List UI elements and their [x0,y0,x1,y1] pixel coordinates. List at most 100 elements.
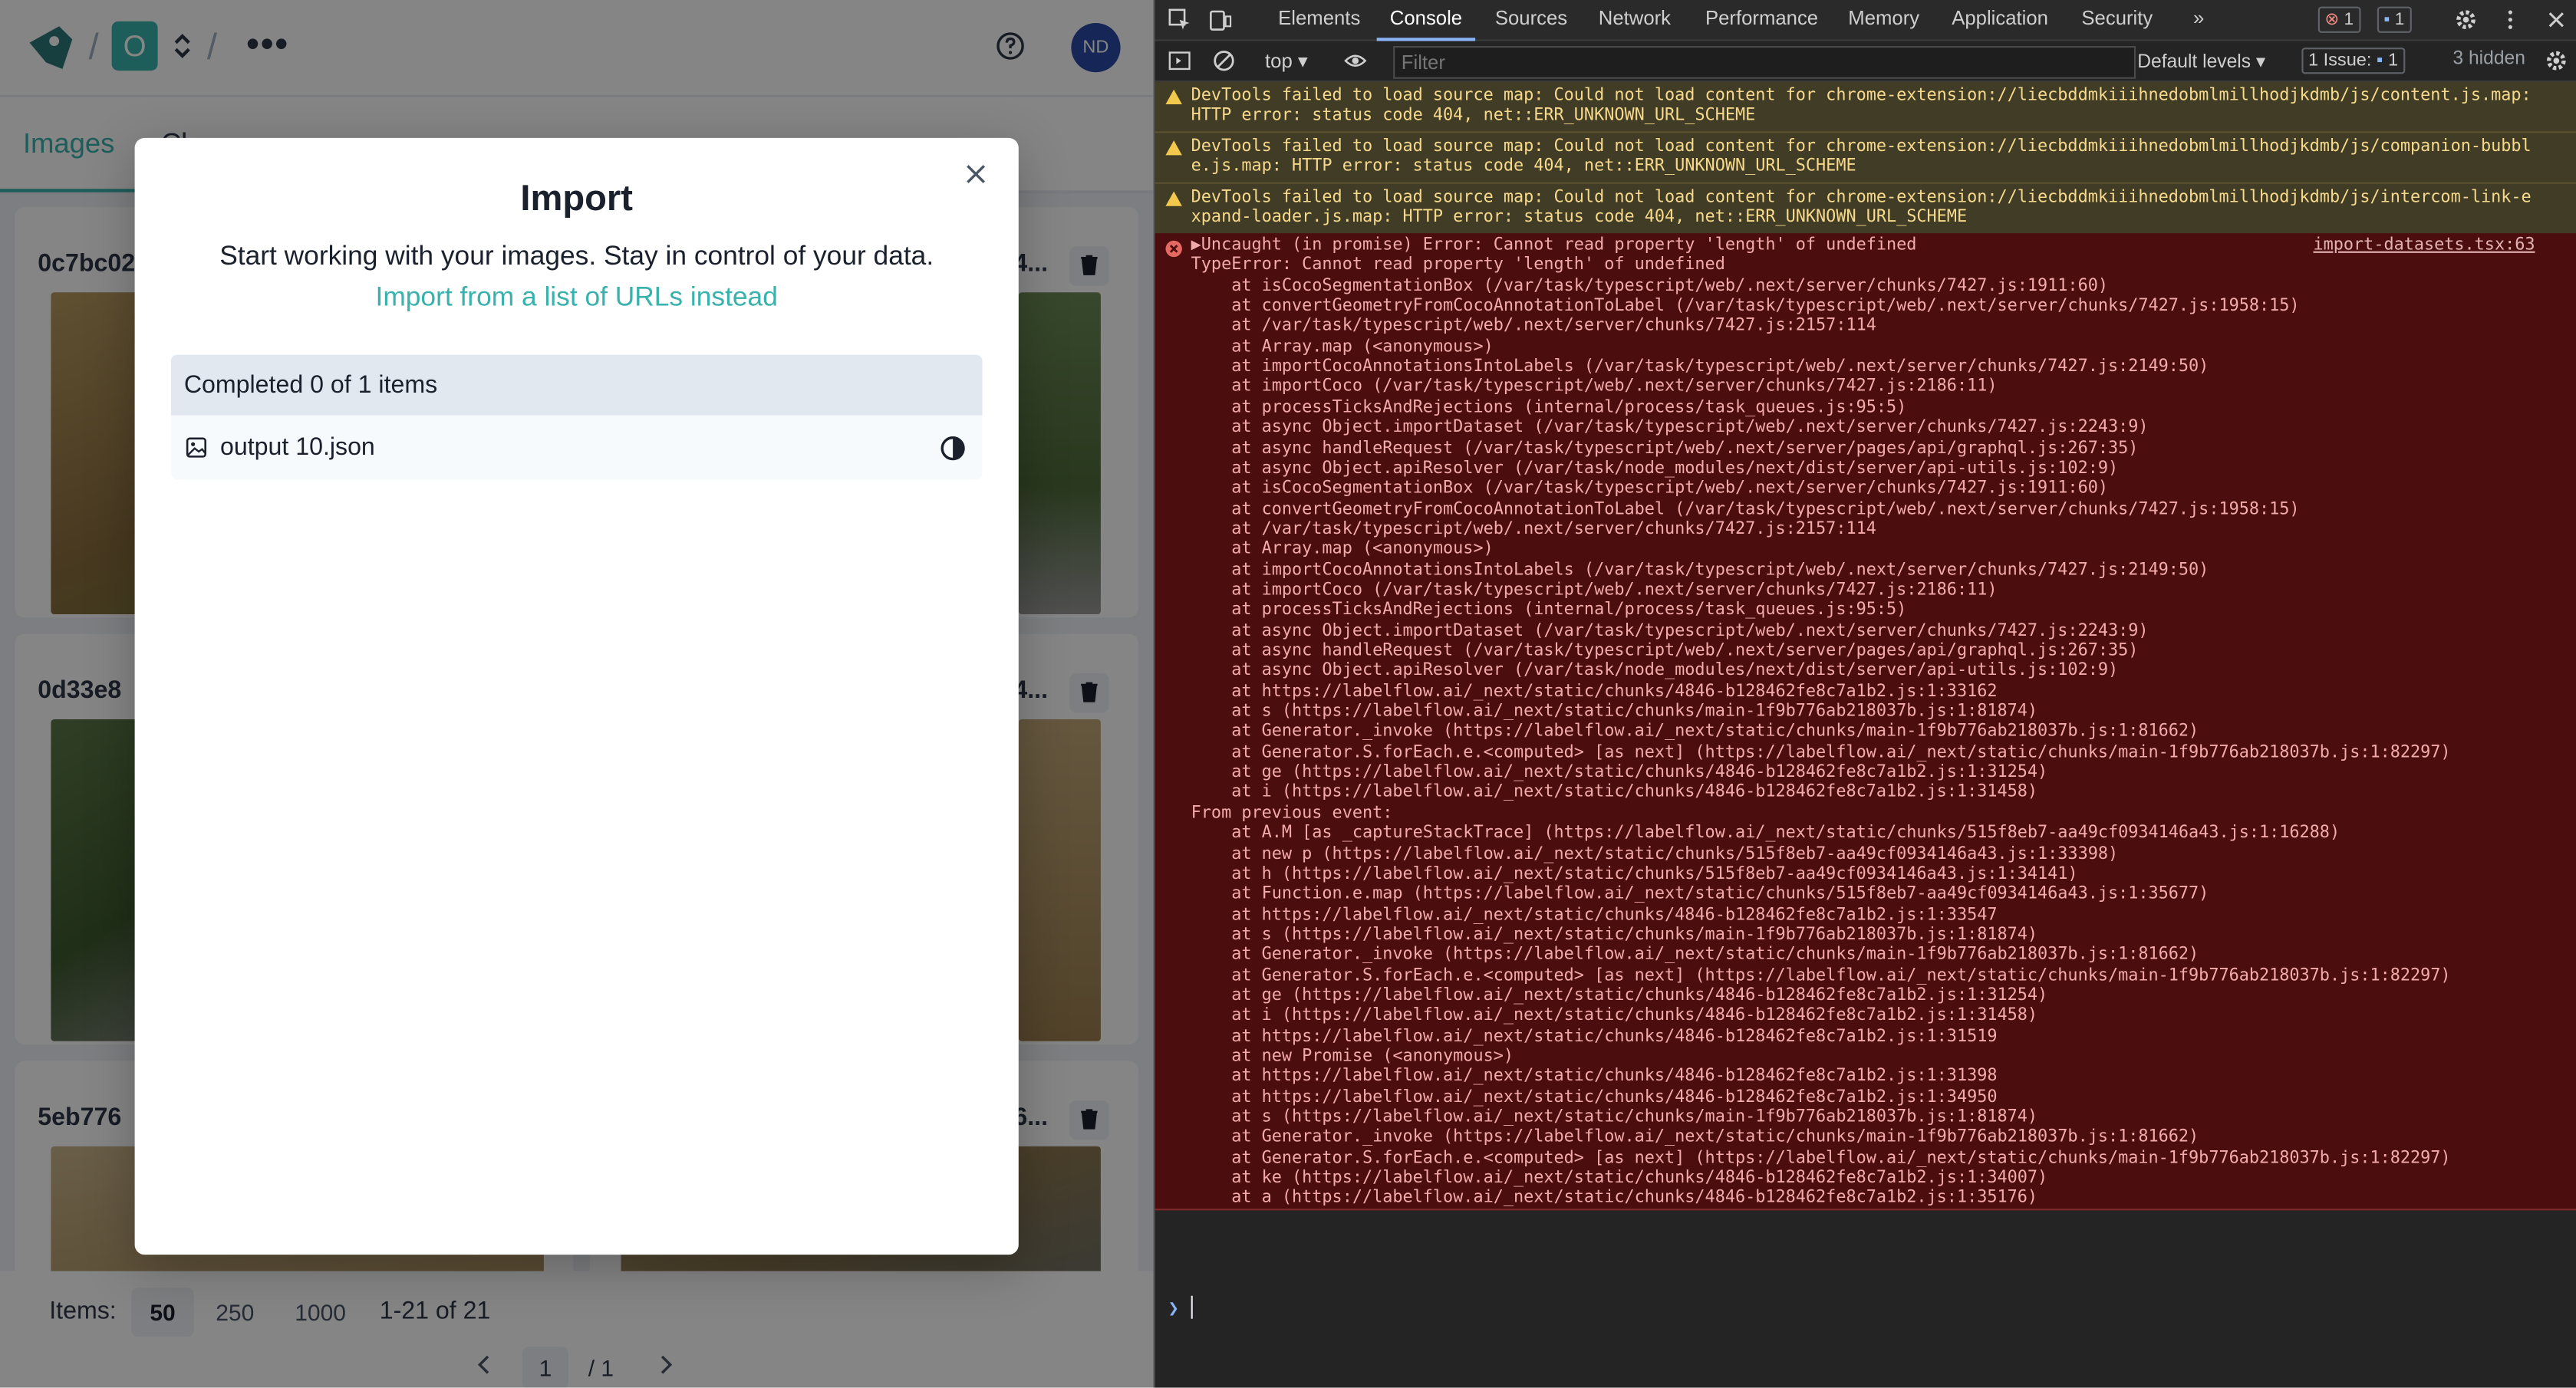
stack-trace-line: TypeError: Cannot read property 'length'… [1191,256,1725,275]
stack-trace-line: at Array.map (<anonymous>) [1191,541,1494,559]
import-from-urls-link[interactable]: Import from a list of URLs instead [135,282,1019,314]
device-icon[interactable] [1209,8,1232,31]
console-filter-input[interactable] [1393,45,2136,79]
console-warning: DevTools failed to load source map: Coul… [1155,183,2576,235]
tab-performance[interactable]: Performance [1705,7,1818,30]
stack-trace-line: at async Object.importDataset (/var/task… [1191,621,2149,640]
stack-trace-line: at new p (https://labelflow.ai/_next/sta… [1191,844,2119,863]
stack-trace-line: at https://labelflow.ai/_next/static/chu… [1191,682,1998,701]
warning-text: DevTools failed to load source map: Coul… [1191,87,2532,126]
stack-trace-line: at s (https://labelflow.ai/_next/static/… [1191,1108,2038,1127]
stack-trace-line: at /var/task/typescript/web/.next/server… [1191,520,1876,539]
upload-progress-text: Completed 0 of 1 items [183,371,438,400]
stack-trace-line: at https://labelflow.ai/_next/static/chu… [1191,1067,1998,1087]
stack-trace-line: at Function.e.map (https://labelflow.ai/… [1191,885,2209,904]
log-levels-dropdown[interactable]: Default levels ▾ [2137,49,2265,73]
console-warning: DevTools failed to load source map: Coul… [1155,82,2576,133]
stack-trace-line: at Generator._invoke (https://labelflow.… [1191,1129,2199,1147]
console-error[interactable]: import-datasets.tsx:63 ▶Uncaught (in pro… [1155,233,2576,1211]
modal-subtitle: Start working with your images. Stay in … [219,241,934,271]
devtools-panel: Elements Console Sources Network Perform… [1153,0,2576,1388]
console-toolbar: top ▾ Default levels ▾ 1 Issue: ▪ 1 3 hi… [1155,41,2576,83]
image-file-icon [186,437,206,458]
tab-sources[interactable]: Sources [1495,7,1567,30]
tab-network[interactable]: Network [1599,7,1671,30]
stack-trace-line: at A.M [as _captureStackTrace] (https://… [1191,824,2340,843]
error-icon: ⊗ [2324,9,2340,30]
context-selector[interactable]: top ▾ [1265,49,1308,72]
import-modal: Import Start working with your images. S… [134,137,1019,1255]
stack-trace-line: at Generator._invoke (https://labelflow.… [1191,946,2199,965]
console-warning: DevTools failed to load source map: Coul… [1155,133,2576,184]
stack-trace-line: at importCocoAnnotationsIntoLabels (/var… [1191,358,2209,377]
stack-trace-line: at async Object.importDataset (/var/task… [1191,419,2149,437]
stack-trace-line: at convertGeometryFromCocoAnnotationToLa… [1191,500,2300,518]
upload-file-name: output 10.json [219,433,375,462]
modal-title: Import [520,177,633,219]
issues-button[interactable]: 1 Issue: ▪ 1 [2301,48,2405,74]
stack-trace-line: at Generator._invoke (https://labelflow.… [1191,723,2199,742]
tab-security[interactable]: Security [2081,7,2153,30]
stack-trace-line: at async handleRequest (/var/task/typesc… [1191,642,2139,660]
console-settings-gear-icon[interactable] [2545,49,2568,72]
stack-trace-line: at processTicksAndRejections (internal/p… [1191,601,1907,620]
sidebar-toggle-icon[interactable] [1168,49,1191,72]
error-icon [1165,240,1182,258]
kebab-icon[interactable] [2499,8,2522,31]
stack-trace-line: at /var/task/typescript/web/.next/server… [1191,317,1876,336]
stack-trace-line: at async Object.apiResolver (/var/task/n… [1191,459,2119,478]
upload-progress: Completed 0 of 1 items output 10.json [170,354,983,480]
stack-trace-line: at https://labelflow.ai/_next/static/chu… [1191,1027,1998,1046]
stack-trace-line: at Generator.S.forEach.e.<computed> [as … [1191,1149,2451,1168]
stack-trace-line: at async handleRequest (/var/task/typesc… [1191,439,2139,458]
prompt-chevron-icon: ❯ [1168,1297,1179,1319]
stack-trace-line: at i (https://labelflow.ai/_next/static/… [1191,1007,2038,1025]
hidden-messages-count: 3 hidden [2452,49,2525,69]
stack-trace-line: at processTicksAndRejections (internal/p… [1191,398,1907,417]
error-message[interactable]: ▶Uncaught (in promise) Error: Cannot rea… [1191,236,1917,256]
console-output: DevTools failed to load source map: Coul… [1155,82,2576,1388]
devtools-tab-bar: Elements Console Sources Network Perform… [1155,0,2576,41]
stack-trace-line: at Array.map (<anonymous>) [1191,337,1494,357]
stack-trace-line: at convertGeometryFromCocoAnnotationToLa… [1191,297,2300,316]
warning-text: DevTools failed to load source map: Coul… [1191,189,2532,228]
stack-trace-line: at ke (https://labelflow.ai/_next/static… [1191,1169,2048,1188]
stack-trace-line: at https://labelflow.ai/_next/static/chu… [1191,1088,1998,1107]
stack-trace-line: at isCocoSegmentationBox (/var/task/type… [1191,479,2108,498]
stack-trace-line: at importCoco (/var/task/typescript/web/… [1191,581,1998,600]
console-input-caret [1191,1295,1193,1319]
tab-memory[interactable]: Memory [1848,7,1919,30]
stack-trace-line: at isCocoSegmentationBox (/var/task/type… [1191,277,2108,295]
stack-trace-line: From previous event: [1191,804,1393,823]
stack-trace-line: at importCoco (/var/task/typescript/web/… [1191,378,1998,397]
stack-trace-line: at s (https://labelflow.ai/_next/static/… [1191,926,2038,945]
stack-trace-line: at importCocoAnnotationsIntoLabels (/var… [1191,561,2209,580]
stack-trace-line: at async Object.apiResolver (/var/task/n… [1191,662,2119,681]
error-source-link[interactable]: import-datasets.tsx:63 [2314,236,2535,255]
stack-trace-line: at s (https://labelflow.ai/_next/static/… [1191,702,2038,722]
clear-console-icon[interactable] [1213,49,1236,72]
warning-icon [1165,89,1182,104]
warning-icon [1165,191,1182,206]
tab-application[interactable]: Application [1952,7,2048,30]
warning-icon [1165,140,1182,156]
warning-text: DevTools failed to load source map: Coul… [1191,137,2532,176]
app-pane: / O / ••• ND Images Cl 0c7bc02 [0,0,1154,1388]
stack-trace-line: at i (https://labelflow.ai/_next/static/… [1191,784,2038,803]
gear-icon[interactable] [2455,8,2478,31]
tab-elements[interactable]: Elements [1278,7,1360,30]
stack-trace-line: at a (https://labelflow.ai/_next/static/… [1191,1189,2038,1209]
inspect-icon[interactable] [1168,8,1191,31]
upload-progress-header: Completed 0 of 1 items [170,354,983,416]
stack-trace-line: at Generator.S.forEach.e.<computed> [as … [1191,743,2451,762]
error-count-badge[interactable]: ⊗ 1 [2317,6,2360,33]
stack-trace-line: at Generator.S.forEach.e.<computed> [as … [1191,966,2451,985]
tab-console[interactable]: Console [1376,7,1476,41]
console-prompt[interactable]: ❯ [1155,1292,2576,1325]
message-icon: ▪ [2383,9,2390,30]
message-count-badge[interactable]: ▪ 1 [2377,6,2411,33]
stack-trace-line: at h (https://labelflow.ai/_next/static/… [1191,865,2078,883]
eye-icon[interactable] [1344,49,1367,72]
more-tabs-icon[interactable]: » [2193,7,2204,30]
close-devtools-icon[interactable] [2545,8,2568,31]
